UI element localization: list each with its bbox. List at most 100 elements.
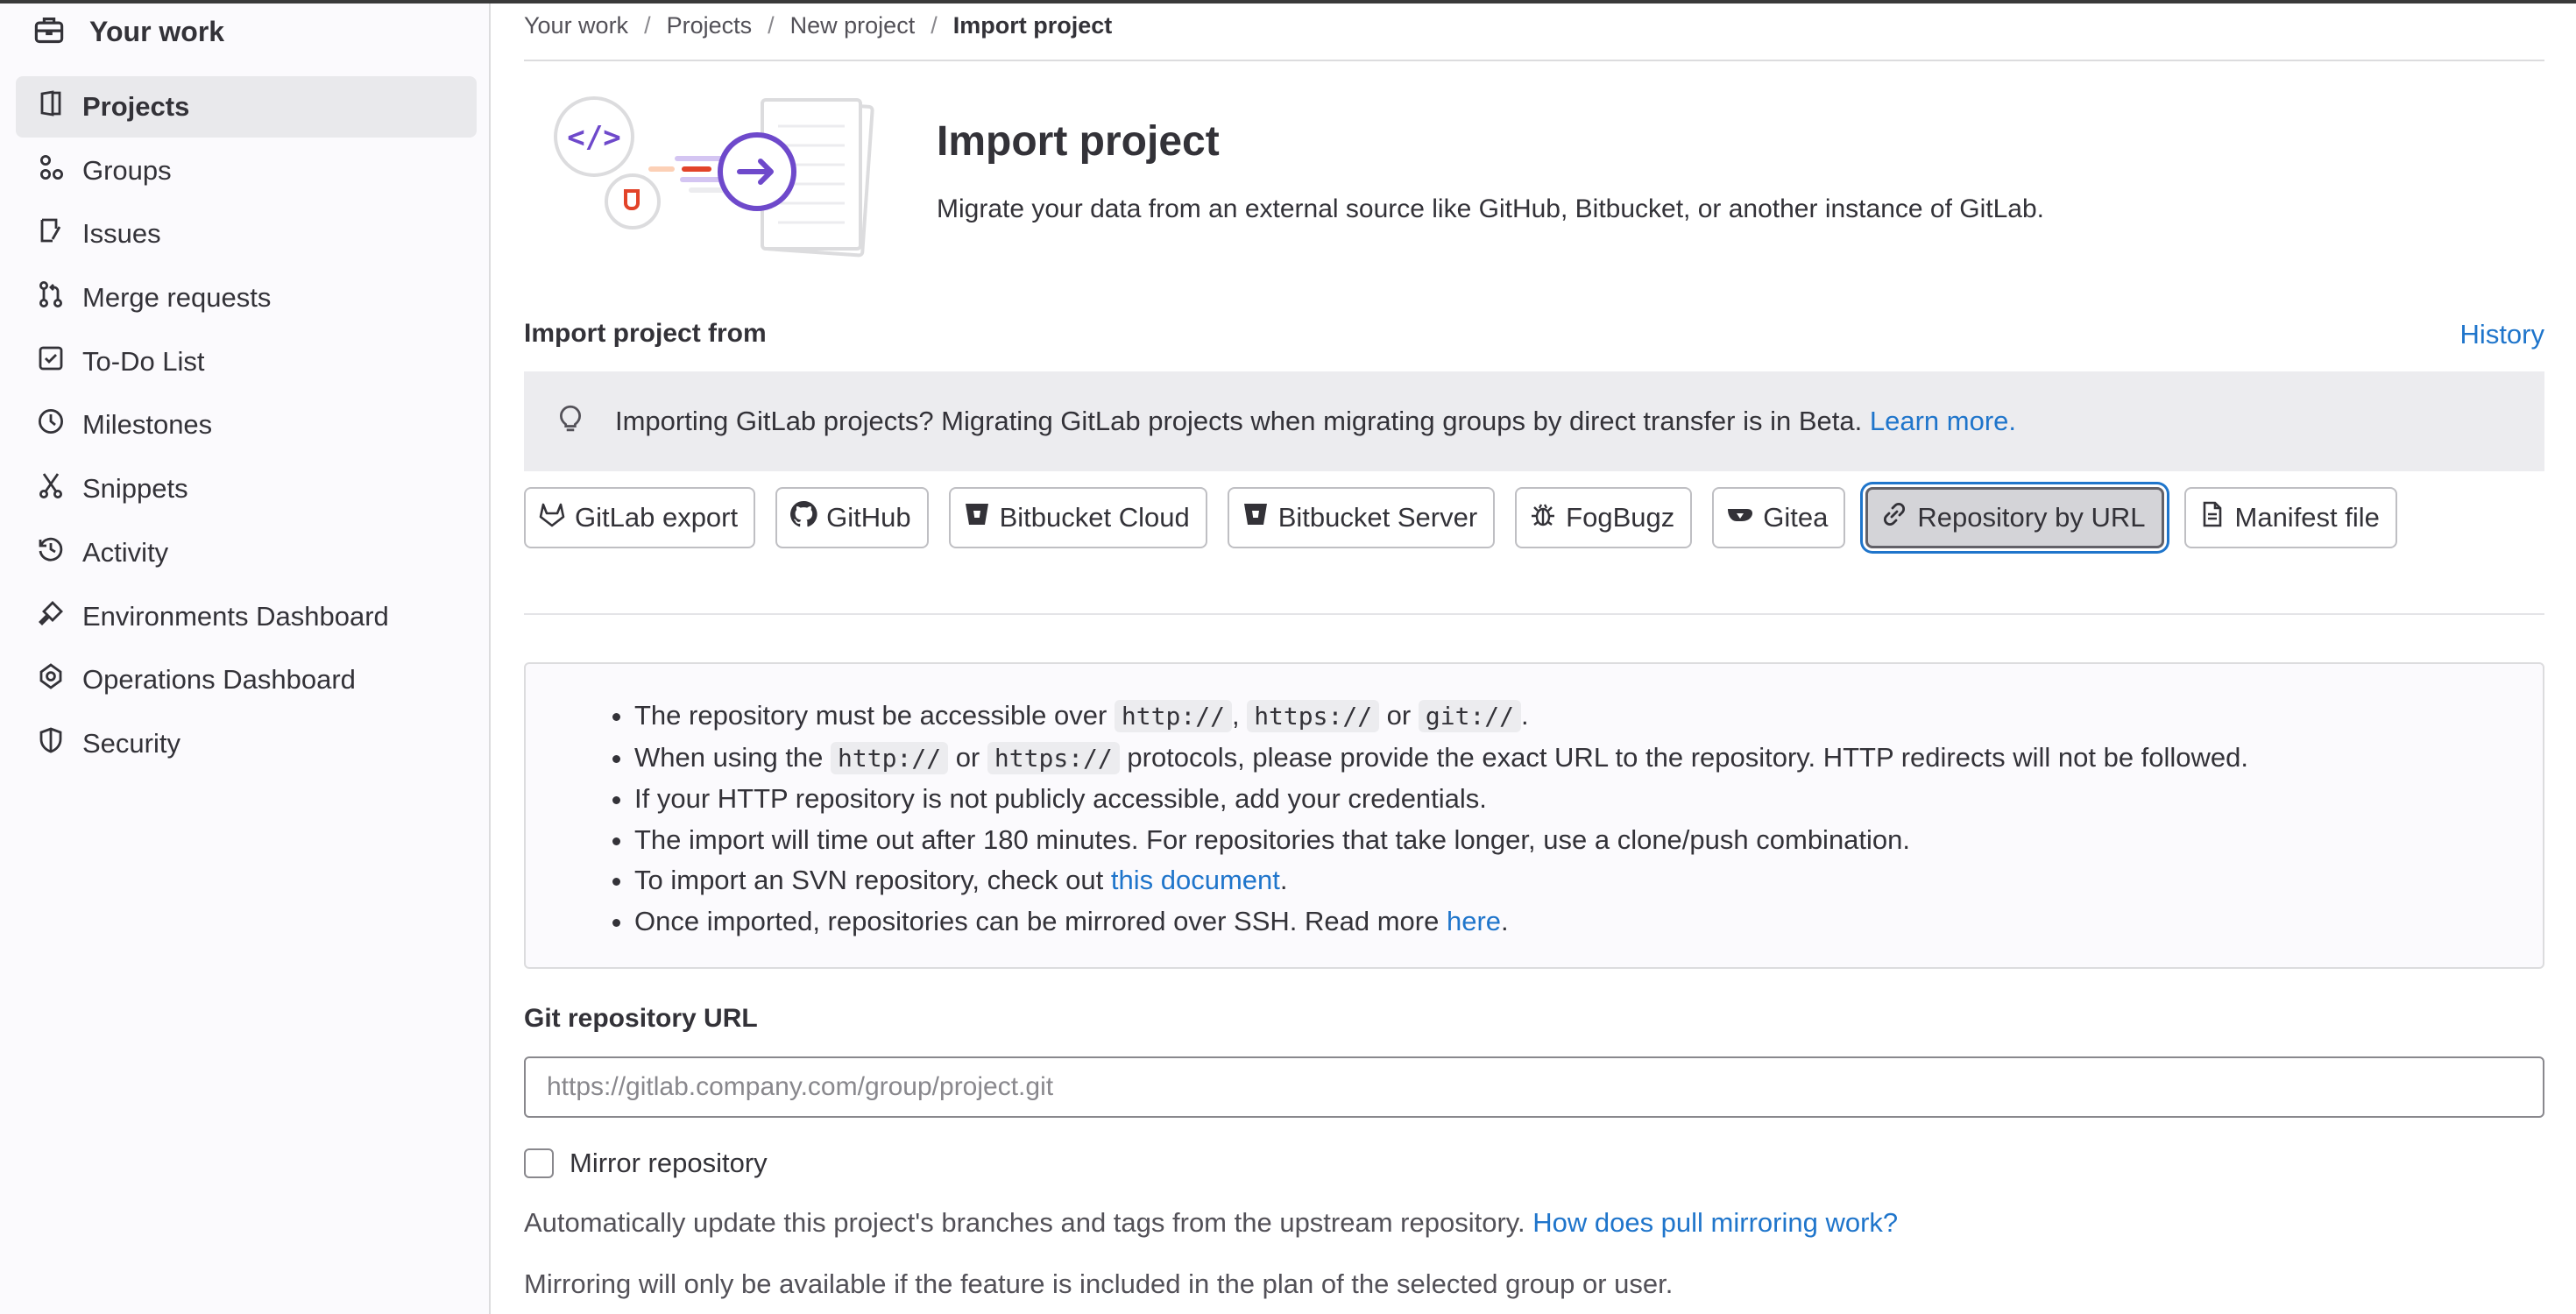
gitea-button[interactable]: Gitea	[1712, 487, 1846, 548]
button-label: Bitbucket Cloud	[999, 502, 1190, 533]
environment-icon	[37, 599, 65, 634]
beta-info-alert: Importing GitLab projects? Migrating Git…	[524, 371, 2544, 471]
button-label: Repository by URL	[1917, 502, 2146, 533]
todo-icon	[37, 344, 65, 379]
merge-request-icon	[37, 280, 65, 315]
sidebar-item-projects[interactable]: Projects	[16, 76, 477, 138]
gitea-icon	[1726, 500, 1754, 535]
lightbulb-icon	[556, 403, 615, 440]
sidebar-item-security[interactable]: Security	[16, 713, 477, 774]
sidebar-item-snippets[interactable]: Snippets	[16, 458, 477, 519]
breadcrumb-separator: /	[644, 11, 651, 39]
page-description: Migrate your data from an external sourc…	[937, 194, 2044, 223]
svn-document-link[interactable]: this document	[1111, 865, 1280, 895]
mirror-repository-row: Mirror repository	[524, 1148, 768, 1179]
page-title: Import project	[937, 118, 1220, 165]
mirror-repository-checkbox[interactable]	[524, 1148, 554, 1178]
breadcrumb-current: Import project	[952, 11, 1113, 39]
breadcrumb: Your work / Projects / New project / Imp…	[524, 4, 2544, 61]
sidebar-item-environments[interactable]: Environments Dashboard	[16, 586, 477, 647]
list-item: If your HTTP repository is not publicly …	[634, 779, 2543, 820]
sidebar-header[interactable]: Your work	[33, 7, 224, 56]
issues-icon	[37, 216, 65, 251]
button-label: Gitea	[1763, 502, 1829, 533]
sidebar-item-label: Operations Dashboard	[82, 664, 356, 696]
shield-icon	[37, 726, 65, 761]
breadcrumb-your-work[interactable]: Your work	[524, 12, 628, 39]
sidebar-item-label: Merge requests	[82, 282, 272, 314]
work-icon	[33, 14, 65, 50]
github-icon	[789, 500, 817, 535]
section-divider	[524, 613, 2544, 615]
import-source-buttons: GitLab export GitHub Bitbucket Cloud Bit…	[524, 487, 2397, 548]
sidebar-title: Your work	[89, 15, 225, 47]
requirements-list: The repository must be accessible over h…	[526, 664, 2543, 942]
manifest-file-button[interactable]: Manifest file	[2183, 487, 2397, 548]
button-label: FogBugz	[1566, 502, 1675, 533]
button-label: Manifest file	[2234, 502, 2380, 533]
tanuki-icon	[538, 500, 566, 535]
mirror-help-text: Automatically update this project's bran…	[524, 1207, 1899, 1238]
svg-text:</>: </>	[567, 120, 620, 155]
breadcrumb-projects[interactable]: Projects	[667, 12, 753, 39]
cloud-gear-icon	[37, 662, 65, 697]
sidebar-item-label: Security	[82, 727, 180, 759]
list-item: The import will time out after 180 minut…	[634, 820, 2543, 861]
gitlab-export-button[interactable]: GitLab export	[524, 487, 756, 548]
pull-mirroring-help-link[interactable]: How does pull mirroring work?	[1532, 1207, 1898, 1238]
list-item: To import an SVN repository, check out t…	[634, 860, 2543, 901]
link-icon	[1880, 500, 1908, 535]
sidebar-item-merge-requests[interactable]: Merge requests	[16, 267, 477, 328]
history-icon	[37, 535, 65, 570]
sidebar: Your work Projects Groups Issues Merge r…	[0, 4, 491, 1314]
sidebar-item-issues[interactable]: Issues	[16, 203, 477, 265]
group-icon	[37, 153, 65, 188]
sidebar-item-milestones[interactable]: Milestones	[16, 394, 477, 456]
code-snippet: http://	[831, 741, 949, 774]
code-snippet: https://	[987, 741, 1120, 774]
bitbucket-server-button[interactable]: Bitbucket Server	[1227, 487, 1496, 548]
bitbucket-icon	[963, 500, 991, 535]
ssh-mirror-here-link[interactable]: here	[1447, 906, 1501, 936]
snippet-icon	[37, 471, 65, 506]
learn-more-link[interactable]: Learn more.	[1870, 406, 2016, 437]
list-item: Once imported, repositories can be mirro…	[634, 901, 2543, 943]
sidebar-item-activity[interactable]: Activity	[16, 522, 477, 583]
list-item: When using the http:// or https:// proto…	[634, 738, 2543, 780]
sidebar-item-label: Milestones	[82, 409, 213, 441]
fogbugz-button[interactable]: FogBugz	[1515, 487, 1693, 548]
mirror-availability-note: Mirroring will only be available if the …	[524, 1268, 1674, 1299]
bitbucket-cloud-button[interactable]: Bitbucket Cloud	[948, 487, 1207, 548]
mirror-repository-label[interactable]: Mirror repository	[570, 1148, 768, 1179]
alert-text: Importing GitLab projects? Migrating Git…	[615, 406, 1863, 436]
breadcrumb-separator: /	[768, 11, 775, 39]
repository-requirements-box: The repository must be accessible over h…	[524, 662, 2544, 969]
github-button[interactable]: GitHub	[775, 487, 929, 548]
sidebar-item-label: Activity	[82, 536, 169, 568]
sidebar-item-groups[interactable]: Groups	[16, 140, 477, 201]
sidebar-item-label: To-Do List	[82, 345, 205, 377]
document-icon	[2198, 500, 2226, 535]
history-link[interactable]: History	[2460, 319, 2544, 350]
code-snippet: http://	[1114, 700, 1232, 732]
sidebar-item-label: Issues	[82, 218, 161, 250]
bitbucket-icon	[1242, 500, 1270, 535]
repository-by-url-button[interactable]: Repository by URL	[1865, 487, 2164, 548]
sidebar-item-label: Environments Dashboard	[82, 600, 389, 632]
sidebar-nav: Projects Groups Issues Merge requests To…	[16, 76, 477, 777]
button-label: GitHub	[826, 502, 911, 533]
git-url-input[interactable]	[524, 1056, 2544, 1118]
bug-icon	[1529, 500, 1557, 535]
breadcrumb-new-project[interactable]: New project	[790, 12, 916, 39]
code-snippet: https://	[1247, 700, 1380, 732]
import-illustration: </>	[554, 96, 874, 258]
git-url-label: Git repository URL	[524, 1004, 758, 1033]
list-item: The repository must be accessible over h…	[634, 696, 2543, 738]
button-label: GitLab export	[575, 502, 739, 533]
sidebar-item-todo[interactable]: To-Do List	[16, 331, 477, 392]
sidebar-item-label: Groups	[82, 154, 172, 186]
sidebar-item-label: Projects	[82, 91, 190, 122]
sidebar-item-operations[interactable]: Operations Dashboard	[16, 649, 477, 710]
button-label: Bitbucket Server	[1277, 502, 1478, 533]
breadcrumb-separator: /	[931, 11, 938, 39]
